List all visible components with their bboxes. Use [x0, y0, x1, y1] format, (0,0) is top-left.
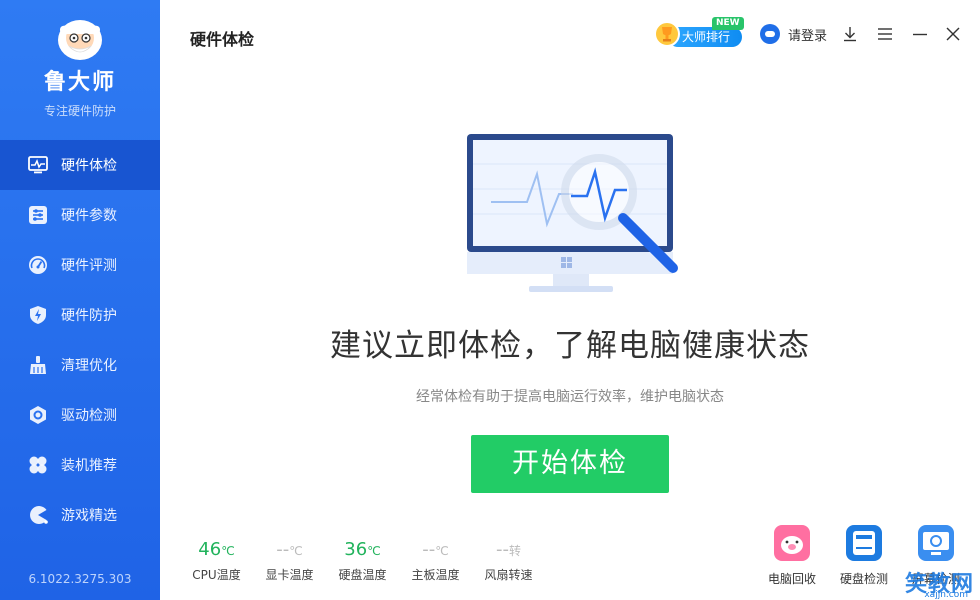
sidebar-item-label: 驱动检测 [61, 408, 117, 424]
sidebar-item-label: 硬件防护 [61, 308, 117, 324]
sidebar-item-hardware-protection[interactable]: 硬件防护 [0, 290, 160, 340]
stat-unit: ℃ [367, 544, 381, 558]
pulse-monitor-icon [28, 155, 48, 175]
stat-unit: ℃ [221, 544, 235, 558]
clover-icon [28, 455, 48, 475]
user-avatar-icon [760, 24, 780, 44]
stat-unit: ℃ [435, 544, 449, 558]
sidebar-item-label: 游戏精选 [61, 508, 117, 524]
page-title: 硬件体检 [190, 30, 255, 49]
sidebar-item-build-recommend[interactable]: 装机推荐 [0, 440, 160, 490]
tool-label: 硬盘检测 [839, 572, 888, 586]
stat-value: 36 [344, 539, 368, 560]
sidebar-item-hardware-params[interactable]: 硬件参数 [0, 190, 160, 240]
stat-fan-speed: --转 风扇转速 [472, 538, 545, 583]
sidebar-item-clean-optimize[interactable]: 清理优化 [0, 340, 160, 390]
monitor-check-icon [918, 525, 954, 561]
shield-bolt-icon [28, 305, 48, 325]
tool-pc-recycle[interactable]: 电脑回收 [756, 525, 828, 587]
sidebar-item-label: 装机推荐 [61, 458, 117, 474]
stat-label: 显卡温度 [265, 568, 314, 582]
app-window: 鲁大师 专注硬件防护 硬件体检 硬件参数 硬件评测 硬件防护 清理优化 驱动检测… [0, 0, 980, 600]
download-icon[interactable] [840, 24, 860, 44]
sidebar-item-label: 硬件体检 [61, 158, 117, 174]
sidebar-item-label: 硬件参数 [61, 208, 117, 224]
stat-label: 风扇转速 [484, 568, 533, 582]
tool-label: 电脑回收 [767, 572, 816, 586]
stat-label: 主板温度 [411, 568, 460, 582]
subline: 经常体检有助于提高电脑运行效率，维护电脑状态 [416, 389, 724, 405]
sidebar-nav: 硬件体检 硬件参数 硬件评测 硬件防护 清理优化 驱动检测 装机推荐 游戏精选 [0, 140, 160, 540]
stat-gpu-temp: --℃ 显卡温度 [253, 538, 326, 583]
sidebar: 鲁大师 专注硬件防护 硬件体检 硬件参数 硬件评测 硬件防护 清理优化 驱动检测… [0, 0, 160, 600]
sidebar-item-hardware-check[interactable]: 硬件体检 [0, 140, 160, 190]
watermark-url: xajjn.com [924, 590, 968, 600]
trophy-icon [654, 21, 680, 47]
stat-value: -- [422, 539, 436, 560]
stat-label: 硬盘温度 [338, 568, 387, 582]
gear-hex-icon [28, 405, 48, 425]
sidebar-item-game-picks[interactable]: 游戏精选 [0, 490, 160, 540]
tool-disk-check[interactable]: 硬盘检测 [828, 525, 900, 587]
menu-icon[interactable] [875, 24, 895, 44]
new-badge: NEW [712, 17, 744, 30]
master-logo-icon [49, 14, 111, 62]
main-content: 建议立即体检，了解电脑健康状态 经常体检有助于提高电脑运行效率，维护电脑状态 开… [160, 70, 980, 600]
stat-disk-temp: 36℃ 硬盘温度 [326, 538, 399, 583]
sidebar-item-label: 清理优化 [61, 358, 117, 374]
stat-value: 46 [198, 539, 222, 560]
sidebar-item-label: 硬件评测 [61, 258, 117, 274]
minimize-icon[interactable] [910, 24, 930, 44]
sidebar-item-hardware-benchmark[interactable]: 硬件评测 [0, 240, 160, 290]
stat-cpu-temp: 46℃ CPU温度 [180, 538, 253, 583]
version-label: 6.1022.3275.303 [28, 572, 132, 586]
brand-name: 鲁大师 [43, 70, 116, 95]
stat-value: -- [276, 539, 290, 560]
stat-unit: 转 [508, 544, 521, 558]
start-check-button[interactable]: 开始体检 [471, 435, 669, 493]
header: 硬件体检 大师排行 NEW 请登录 [160, 0, 980, 70]
stat-label: CPU温度 [192, 568, 241, 582]
pacman-icon [28, 505, 48, 525]
stat-value: -- [495, 539, 509, 560]
hard-disk-icon [846, 525, 882, 561]
close-icon[interactable] [943, 24, 963, 44]
sliders-icon [28, 205, 48, 225]
login-label: 请登录 [788, 28, 828, 44]
sidebar-item-driver-detect[interactable]: 驱动检测 [0, 390, 160, 440]
brand: 鲁大师 专注硬件防护 [0, 0, 160, 140]
pig-icon [774, 525, 810, 561]
monitor-check-illustration [463, 134, 683, 296]
stat-unit: ℃ [289, 544, 303, 558]
stat-board-temp: --℃ 主板温度 [399, 538, 472, 583]
master-rank-button[interactable]: 大师排行 NEW [654, 17, 744, 47]
speedometer-icon [28, 255, 48, 275]
login-button[interactable]: 请登录 [760, 24, 827, 44]
temperature-stats: 46℃ CPU温度 --℃ 显卡温度 36℃ 硬盘温度 --℃ 主板温度 --转… [180, 538, 545, 583]
broom-icon [28, 355, 48, 375]
headline: 建议立即体检，了解电脑健康状态 [330, 328, 810, 364]
brand-tagline: 专注硬件防护 [43, 104, 116, 118]
